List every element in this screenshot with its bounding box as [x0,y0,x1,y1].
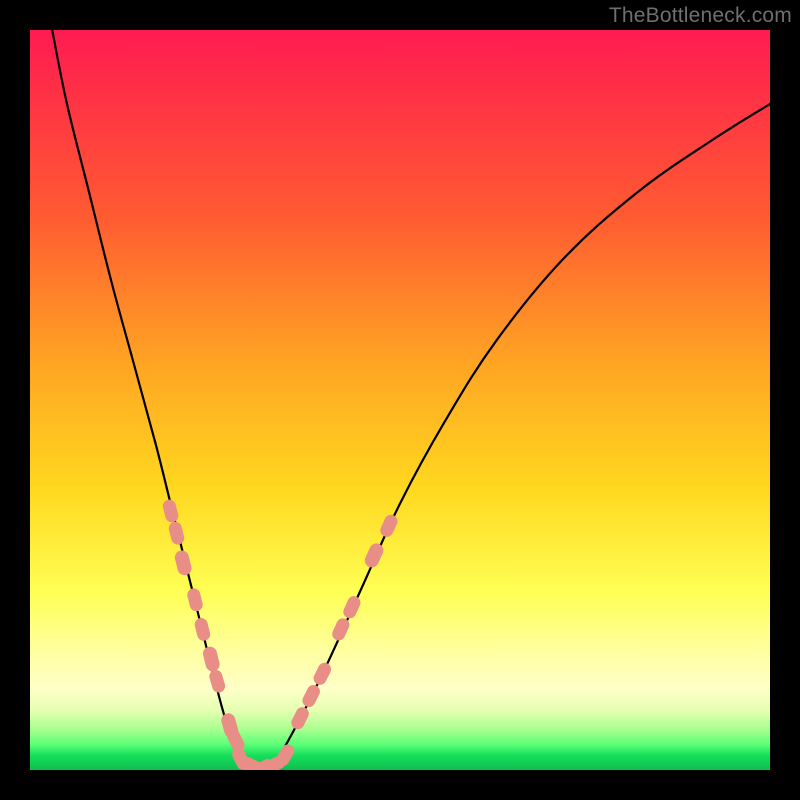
bottleneck-curve [52,30,770,770]
curve-marker [220,712,239,739]
watermark-text: TheBottleneck.com [609,4,792,28]
curve-marker [379,513,399,538]
chart-frame: TheBottleneck.com [0,0,800,800]
curve-marker [342,595,362,620]
curve-marker [231,746,252,770]
curve-marker [187,588,204,612]
curve-marker [174,550,192,576]
plot-area [30,30,770,770]
curve-marker [312,661,333,686]
curve-marker [331,617,351,642]
curve-marker [202,646,220,672]
curve-marker [363,542,385,569]
curve-marker [225,728,246,753]
curve-marker [301,683,322,708]
curve-marker [208,669,226,693]
curve-marker [262,755,287,770]
curve-marker [290,706,311,731]
curve-marker [274,743,296,768]
curve-markers [162,499,399,770]
curve-marker [162,499,179,523]
bottleneck-curve-svg [30,30,770,770]
curve-marker [194,617,211,641]
curve-marker [238,755,265,770]
curve-marker [251,757,276,770]
curve-marker [168,521,185,545]
